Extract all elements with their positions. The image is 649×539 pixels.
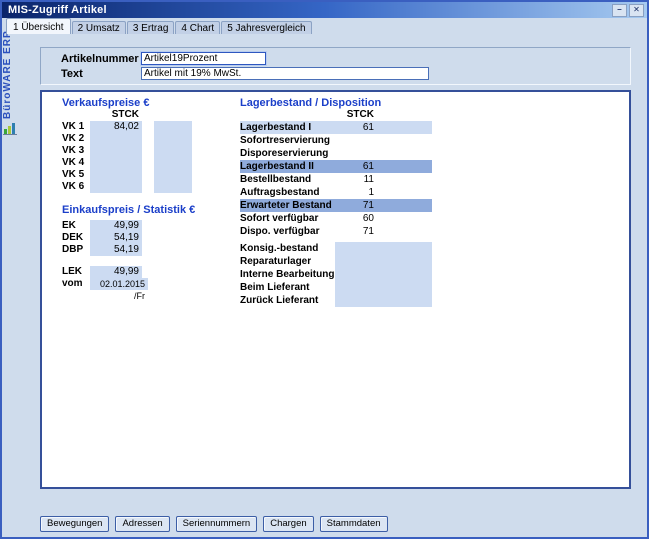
tab-bar: 1 Übersicht 2 Umsatz 3 Ertrag 4 Chart 5 … xyxy=(6,18,313,34)
tab-uebersicht[interactable]: 1 Übersicht xyxy=(6,18,71,34)
price-cell-2 xyxy=(154,181,192,193)
price-cell: 49,99 xyxy=(90,220,142,232)
stock-location-row: Reparaturlager xyxy=(240,255,432,268)
qty-cell: 71 xyxy=(300,225,374,238)
qty-cell: 11 xyxy=(300,173,374,186)
artikelnummer-input[interactable] xyxy=(141,52,266,65)
text-input[interactable] xyxy=(141,67,429,80)
app-window: MIS-Zugriff Artikel – ✕ 1 Übersicht 2 Um… xyxy=(0,0,649,539)
brand-vertical-text: BüroWARE ERP xyxy=(2,35,17,119)
article-form: Artikelnummer Text xyxy=(40,47,631,85)
qty-cell: 1 xyxy=(300,186,374,199)
sales-section-title: Verkaufspreise € xyxy=(62,97,149,109)
price-cell: 54,19 xyxy=(90,244,142,256)
price-cell: 84,02 xyxy=(90,121,142,133)
tab-umsatz[interactable]: 2 Umsatz xyxy=(72,21,126,34)
chargen-button[interactable]: Chargen xyxy=(263,516,313,532)
stock-row: Erwarteter Bestand71 xyxy=(240,199,432,212)
price-cell-2 xyxy=(154,157,192,169)
close-icon[interactable]: ✕ xyxy=(629,4,644,17)
sales-unit-header: STCK xyxy=(90,109,142,120)
qty-cell: 60 xyxy=(300,212,374,225)
window-controls: – ✕ xyxy=(612,4,644,17)
qty-cell xyxy=(335,268,432,281)
stock-row: Bestellbestand11 xyxy=(240,173,432,186)
price-cell-2 xyxy=(154,145,192,157)
bewegungen-button[interactable]: Bewegungen xyxy=(40,516,109,532)
titlebar: MIS-Zugriff Artikel – ✕ xyxy=(2,2,647,18)
price-cell-2 xyxy=(154,133,192,145)
stock-location-table: Konsig.-bestand Reparaturlager Interne B… xyxy=(240,242,432,307)
stock-row: Disporeservierung xyxy=(240,147,432,160)
stock-section-title: Lagerbestand / Disposition xyxy=(240,97,381,109)
stock-location-row: Interne Bearbeitung xyxy=(240,268,432,281)
minimize-icon[interactable]: – xyxy=(612,4,627,17)
stock-row: Auftragsbestand1 xyxy=(240,186,432,199)
chart-icon[interactable] xyxy=(3,121,17,135)
action-button-bar: Bewegungen Adressen Seriennummern Charge… xyxy=(40,516,388,532)
tab-ertrag[interactable]: 3 Ertrag xyxy=(127,21,175,34)
stock-unit-header: STCK xyxy=(314,109,374,120)
stock-row: Lagerbestand II61 xyxy=(240,160,432,173)
qty-cell xyxy=(335,281,432,294)
seriennummern-button[interactable]: Seriennummern xyxy=(176,516,258,532)
stock-location-row: Beim Lieferant xyxy=(240,281,432,294)
price-cell xyxy=(90,181,142,193)
qty-cell: 71 xyxy=(300,199,374,212)
stock-location-row: Konsig.-bestand xyxy=(240,242,432,255)
price-cell-2 xyxy=(154,121,192,133)
price-cell xyxy=(90,169,142,181)
qty-cell xyxy=(335,255,432,268)
qty-cell: 61 xyxy=(300,160,374,173)
stock-row: Lagerbestand I61 xyxy=(240,121,432,134)
qty-cell: 61 xyxy=(300,121,374,134)
adressen-button[interactable]: Adressen xyxy=(115,516,169,532)
stammdaten-button[interactable]: Stammdaten xyxy=(320,516,388,532)
stock-row: Sofortreservierung xyxy=(240,134,432,147)
tab-jahresvergleich[interactable]: 5 Jahresvergleich xyxy=(221,21,311,34)
price-cell xyxy=(90,145,142,157)
qty-cell xyxy=(335,242,432,255)
date-cell: 02.01.2015 /Fr xyxy=(90,278,148,290)
purchase-section-title: Einkaufspreis / Statistik € xyxy=(62,204,195,216)
text-label: Text xyxy=(61,68,83,80)
price-cell: 49,99 xyxy=(90,266,142,278)
price-cell: 54,19 xyxy=(90,232,142,244)
stock-row: Sofort verfügbar60 xyxy=(240,212,432,225)
qty-cell xyxy=(335,294,432,307)
window-title: MIS-Zugriff Artikel xyxy=(8,4,107,16)
price-cell xyxy=(90,157,142,169)
stock-row: Dispo. verfügbar71 xyxy=(240,225,432,238)
stock-table: Lagerbestand I61 Sofortreservierung Disp… xyxy=(240,121,432,238)
tab-chart[interactable]: 4 Chart xyxy=(175,21,220,34)
stock-location-row: Zurück Lieferant xyxy=(240,294,432,307)
overview-panel: Verkaufspreise € STCK VK 184,02 VK 2 VK … xyxy=(40,90,631,489)
price-cell xyxy=(90,133,142,145)
price-cell-2 xyxy=(154,169,192,181)
artikelnummer-label: Artikelnummer xyxy=(61,53,139,65)
